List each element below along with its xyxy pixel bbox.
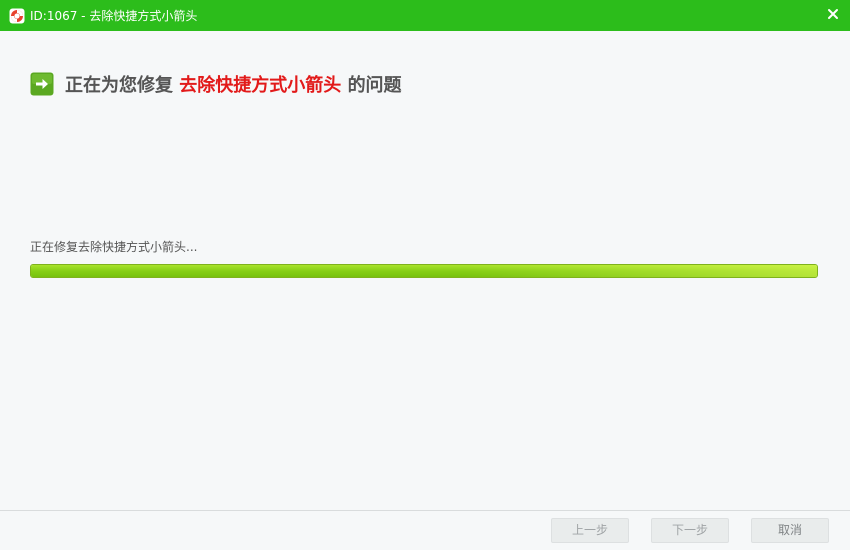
lifebuoy-icon <box>9 8 25 24</box>
cancel-button[interactable]: 取消 <box>751 518 829 543</box>
close-icon <box>827 5 839 24</box>
window-title: ID:1067 - 去除快捷方式小箭头 <box>30 9 198 23</box>
heading-suffix: 的问题 <box>347 75 402 96</box>
status-text: 正在修复去除快捷方式小箭头... <box>30 240 198 254</box>
title-bar[interactable]: ID:1067 - 去除快捷方式小箭头 <box>0 0 850 31</box>
progress-bar <box>30 264 818 278</box>
close-button[interactable] <box>816 0 850 28</box>
heading-prefix: 正在为您修复 <box>65 75 173 96</box>
heading-text: 正在为您修复 去除快捷方式小箭头 的问题 <box>65 71 402 97</box>
fix-heading: 正在为您修复 去除快捷方式小箭头 的问题 <box>30 72 402 96</box>
progress-fill <box>31 265 817 277</box>
prev-button[interactable]: 上一步 <box>551 518 629 543</box>
heading-highlight: 去除快捷方式小箭头 <box>179 75 342 96</box>
next-button[interactable]: 下一步 <box>651 518 729 543</box>
footer-divider <box>0 510 850 511</box>
arrow-right-icon <box>30 72 54 96</box>
fix-dialog-window: ID:1067 - 去除快捷方式小箭头 正在为您修复 去除快捷方式小箭头 的问题… <box>0 0 850 550</box>
